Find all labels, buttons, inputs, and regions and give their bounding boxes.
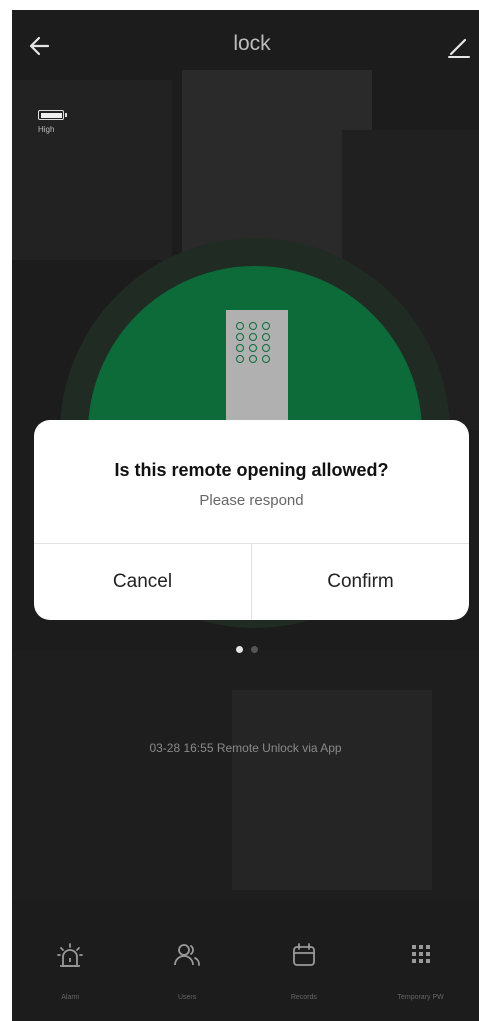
bottom-nav: Alarm Users Records Temporary PW: [12, 940, 479, 1021]
dialog-title: Is this remote opening allowed?: [114, 460, 389, 480]
page-dot-active[interactable]: [236, 646, 243, 653]
keypad-icon: [411, 945, 430, 963]
battery-status: High: [38, 110, 67, 134]
calendar-icon: [292, 943, 315, 966]
nav-label-temporary-pw: Temporary PW: [397, 994, 444, 1001]
nav-label-users: Users: [177, 994, 197, 1001]
alarm-icon: [57, 943, 84, 967]
confirm-button[interactable]: Confirm: [252, 544, 469, 620]
nav-label-alarm: Alarm: [61, 994, 80, 1001]
page-dot[interactable]: [251, 646, 258, 653]
lock-screen: lock High Is this remote opening allowed…: [12, 10, 479, 1021]
page-indicator: [236, 646, 258, 653]
remote-opening-dialog: Is this remote opening allowed? Please r…: [34, 420, 469, 620]
battery-icon: [38, 110, 67, 120]
background-blur: [232, 690, 432, 890]
dialog-subtitle: Please respond: [199, 492, 304, 509]
edit-button[interactable]: [445, 32, 473, 60]
page-title: lock: [233, 32, 271, 55]
nav-item-temporary-pw[interactable]: Temporary PW: [362, 940, 479, 1021]
header: lock: [12, 10, 479, 80]
battery-label: High: [38, 125, 55, 134]
cancel-button[interactable]: Cancel: [34, 544, 251, 620]
nav-item-records[interactable]: Records: [246, 940, 363, 1021]
keypad-dots: [236, 322, 272, 363]
background-blur: [12, 80, 172, 260]
nav-item-alarm[interactable]: Alarm: [12, 940, 129, 1021]
pencil-icon: [448, 38, 470, 58]
nav-label-records: Records: [290, 994, 317, 1001]
users-icon: [174, 944, 201, 966]
nav-item-users[interactable]: Users: [129, 940, 246, 1021]
last-event-text: 03-28 16:55 Remote Unlock via App: [149, 741, 342, 755]
